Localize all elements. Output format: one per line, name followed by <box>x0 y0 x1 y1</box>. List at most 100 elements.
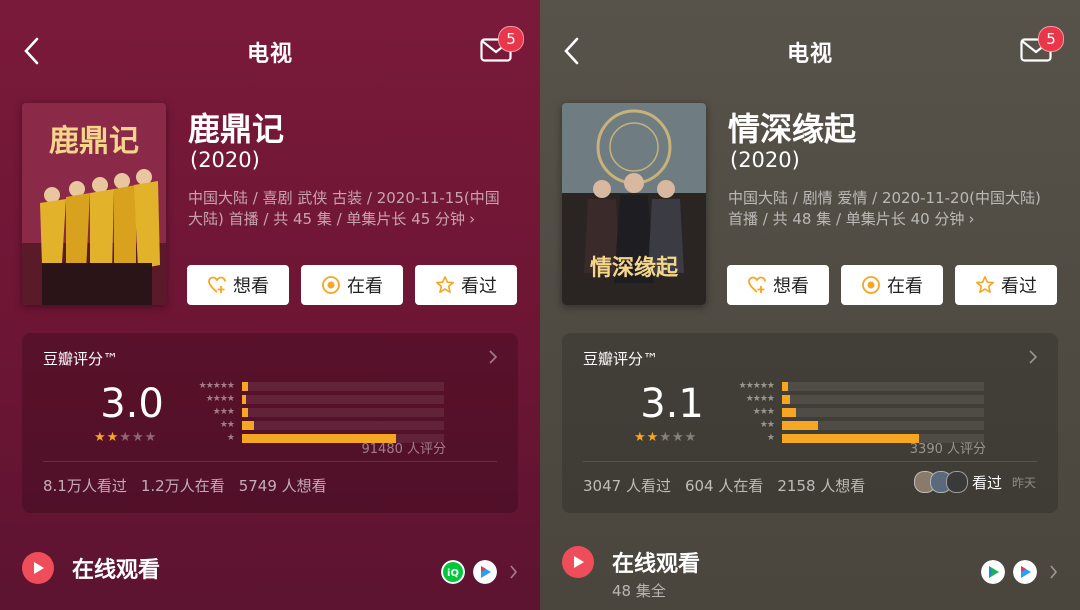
rating-label: 豆瓣评分™ <box>43 350 119 368</box>
tencent-video-icon[interactable] <box>981 560 1005 584</box>
play-icon[interactable] <box>22 552 54 584</box>
chevron-right-icon <box>1050 565 1058 579</box>
star-icon: ★ <box>634 430 646 445</box>
want-button[interactable]: 想看 <box>727 265 829 305</box>
rating-label: 豆瓣评分™ <box>583 350 659 368</box>
star-icon: ★ <box>94 430 106 445</box>
rating-count: 3390 人评分 <box>909 442 986 457</box>
star-icon: ★ <box>119 430 131 445</box>
bar-fill <box>782 407 797 417</box>
episode-count: 48 集全 <box>612 582 666 600</box>
iqiyi-icon[interactable]: iQ <box>441 560 465 584</box>
panel-qingshen: 电视 5 情深缘起 情深缘起 (2020) 中国大陆 / 剧情 爱情 / 202… <box>540 0 1080 610</box>
bar-fill <box>242 407 249 417</box>
bar-fill <box>782 420 819 430</box>
want-button[interactable]: 想看 <box>187 265 289 305</box>
show-year: (2020) <box>190 148 260 172</box>
watched-button[interactable]: 看过 <box>955 265 1057 305</box>
bar-fill <box>242 381 249 391</box>
bar-fill <box>782 381 789 391</box>
bar-fill <box>242 420 255 430</box>
rating-score: 3.0 <box>100 381 164 427</box>
rating-card[interactable]: 豆瓣评分™ 3.0 ★ ★ ★ ★ ★ ★★★★★ ★★★★ ★★★ ★★ ★ 9148… <box>22 333 518 513</box>
svg-text:iQ: iQ <box>447 568 459 579</box>
stat-watched: 8.1万人看过 <box>43 477 127 495</box>
watch-online-row[interactable]: 在线观看 <box>562 546 700 578</box>
rating-card[interactable]: 豆瓣评分™ 3.1 ★ ★ ★ ★ ★ ★★★★★ ★★★★ ★★★ ★★ ★ 3390… <box>562 333 1058 513</box>
rating-bar-row: ★★★★ <box>184 393 446 405</box>
show-meta[interactable]: 中国大陆 / 喜剧 武侠 古装 / 2020-11-15(中国 大陆) 首播 /… <box>188 188 518 230</box>
bar-stars-icon: ★★★ <box>212 407 235 417</box>
bar-fill <box>782 433 920 443</box>
watch-online-row[interactable]: 在线观看 <box>22 552 160 584</box>
rating-distribution: ★★★★★ ★★★★ ★★★ ★★ ★ <box>724 380 986 445</box>
bar-stars-icon: ★★★★ <box>205 394 235 404</box>
stat-want: 5749 人想看 <box>238 477 327 495</box>
stat-want: 2158 人想看 <box>777 477 866 495</box>
youku-icon[interactable] <box>1013 560 1037 584</box>
poster-title: 情深缘起 <box>590 255 679 281</box>
bar-stars-icon: ★ <box>766 433 775 443</box>
watching-icon <box>322 276 340 294</box>
play-icon[interactable] <box>562 546 594 578</box>
watch-online-label: 在线观看 <box>612 552 701 577</box>
meta-line-1: 中国大陆 / 剧情 爱情 / 2020-11-20(中国大陆) <box>728 189 1041 207</box>
watching-label: 在看 <box>347 276 383 297</box>
show-title: 鹿鼎记 <box>188 110 285 148</box>
poster-image[interactable]: 鹿鼎记 <box>22 103 166 305</box>
show-title: 情深缘起 <box>728 110 857 148</box>
page-title: 电视 <box>786 42 833 67</box>
bar-fill <box>242 394 247 404</box>
watching-button[interactable]: 在看 <box>301 265 403 305</box>
bar-stars-icon: ★★ <box>759 420 775 430</box>
page-title: 电视 <box>246 42 293 67</box>
bar-track <box>782 407 984 417</box>
avatar <box>945 471 968 493</box>
poster-image[interactable]: 情深缘起 <box>562 103 706 305</box>
star-icon: ★ <box>144 430 157 445</box>
watched-button[interactable]: 看过 <box>415 265 517 305</box>
star-icon: ★ <box>684 430 697 445</box>
bar-track <box>242 420 444 430</box>
rating-stars: ★ ★ ★ ★ ★ <box>634 431 696 444</box>
divider <box>583 461 1037 462</box>
star-icon <box>976 276 994 293</box>
bar-fill <box>782 394 791 404</box>
source-list[interactable] <box>981 560 1058 584</box>
rating-stars: ★ ★ ★ ★ ★ <box>94 431 156 444</box>
chevron-right-icon <box>1029 350 1038 364</box>
star-icon <box>436 276 454 293</box>
rating-bar-row: ★★★ <box>184 406 446 418</box>
star-icon: ★ <box>131 430 144 445</box>
rating-bar-row: ★★★★★ <box>184 380 446 392</box>
star-icon: ★ <box>671 430 684 445</box>
friends-watched-label: 看过 <box>971 473 1002 492</box>
mail-badge: 5 <box>1038 26 1064 52</box>
youku-icon[interactable] <box>473 560 497 584</box>
star-half-icon: ★ <box>646 430 659 445</box>
star-half-icon: ★ <box>106 430 119 445</box>
stat-watching: 1.2万人在看 <box>140 477 225 495</box>
mail-badge: 5 <box>498 26 524 52</box>
meta-line-1: 中国大陆 / 喜剧 武侠 古装 / 2020-11-15(中国 <box>188 189 500 207</box>
source-list[interactable]: iQ <box>441 560 518 584</box>
rating-bar-row: ★★ <box>184 419 446 431</box>
watching-button[interactable]: 在看 <box>841 265 943 305</box>
stat-watching: 604 人在看 <box>684 477 764 495</box>
panel-luding: 电视 5 鹿鼎记 鹿鼎记 (2020) 中国大陆 / 喜剧 武侠 古装 / 20… <box>0 0 540 610</box>
bar-stars-icon: ★★ <box>219 420 235 430</box>
want-label: 想看 <box>233 276 269 297</box>
chevron-right-icon: › <box>469 210 476 228</box>
rating-bar-row: ★★★★ <box>724 393 986 405</box>
show-meta[interactable]: 中国大陆 / 剧情 爱情 / 2020-11-20(中国大陆) 首播 / 共 4… <box>728 188 1058 230</box>
want-label: 想看 <box>773 276 809 297</box>
bar-track <box>782 394 984 404</box>
star-icon: ★ <box>659 430 671 445</box>
stat-watched: 3047 人看过 <box>583 477 671 495</box>
bar-track <box>242 407 444 417</box>
heart-plus-icon <box>748 276 766 293</box>
rating-bar-row: ★★★★★ <box>724 380 986 392</box>
bar-track <box>242 381 444 391</box>
bar-stars-icon: ★★★★★ <box>198 381 235 391</box>
friends-watched[interactable]: 看过 昨天 <box>913 471 1036 493</box>
